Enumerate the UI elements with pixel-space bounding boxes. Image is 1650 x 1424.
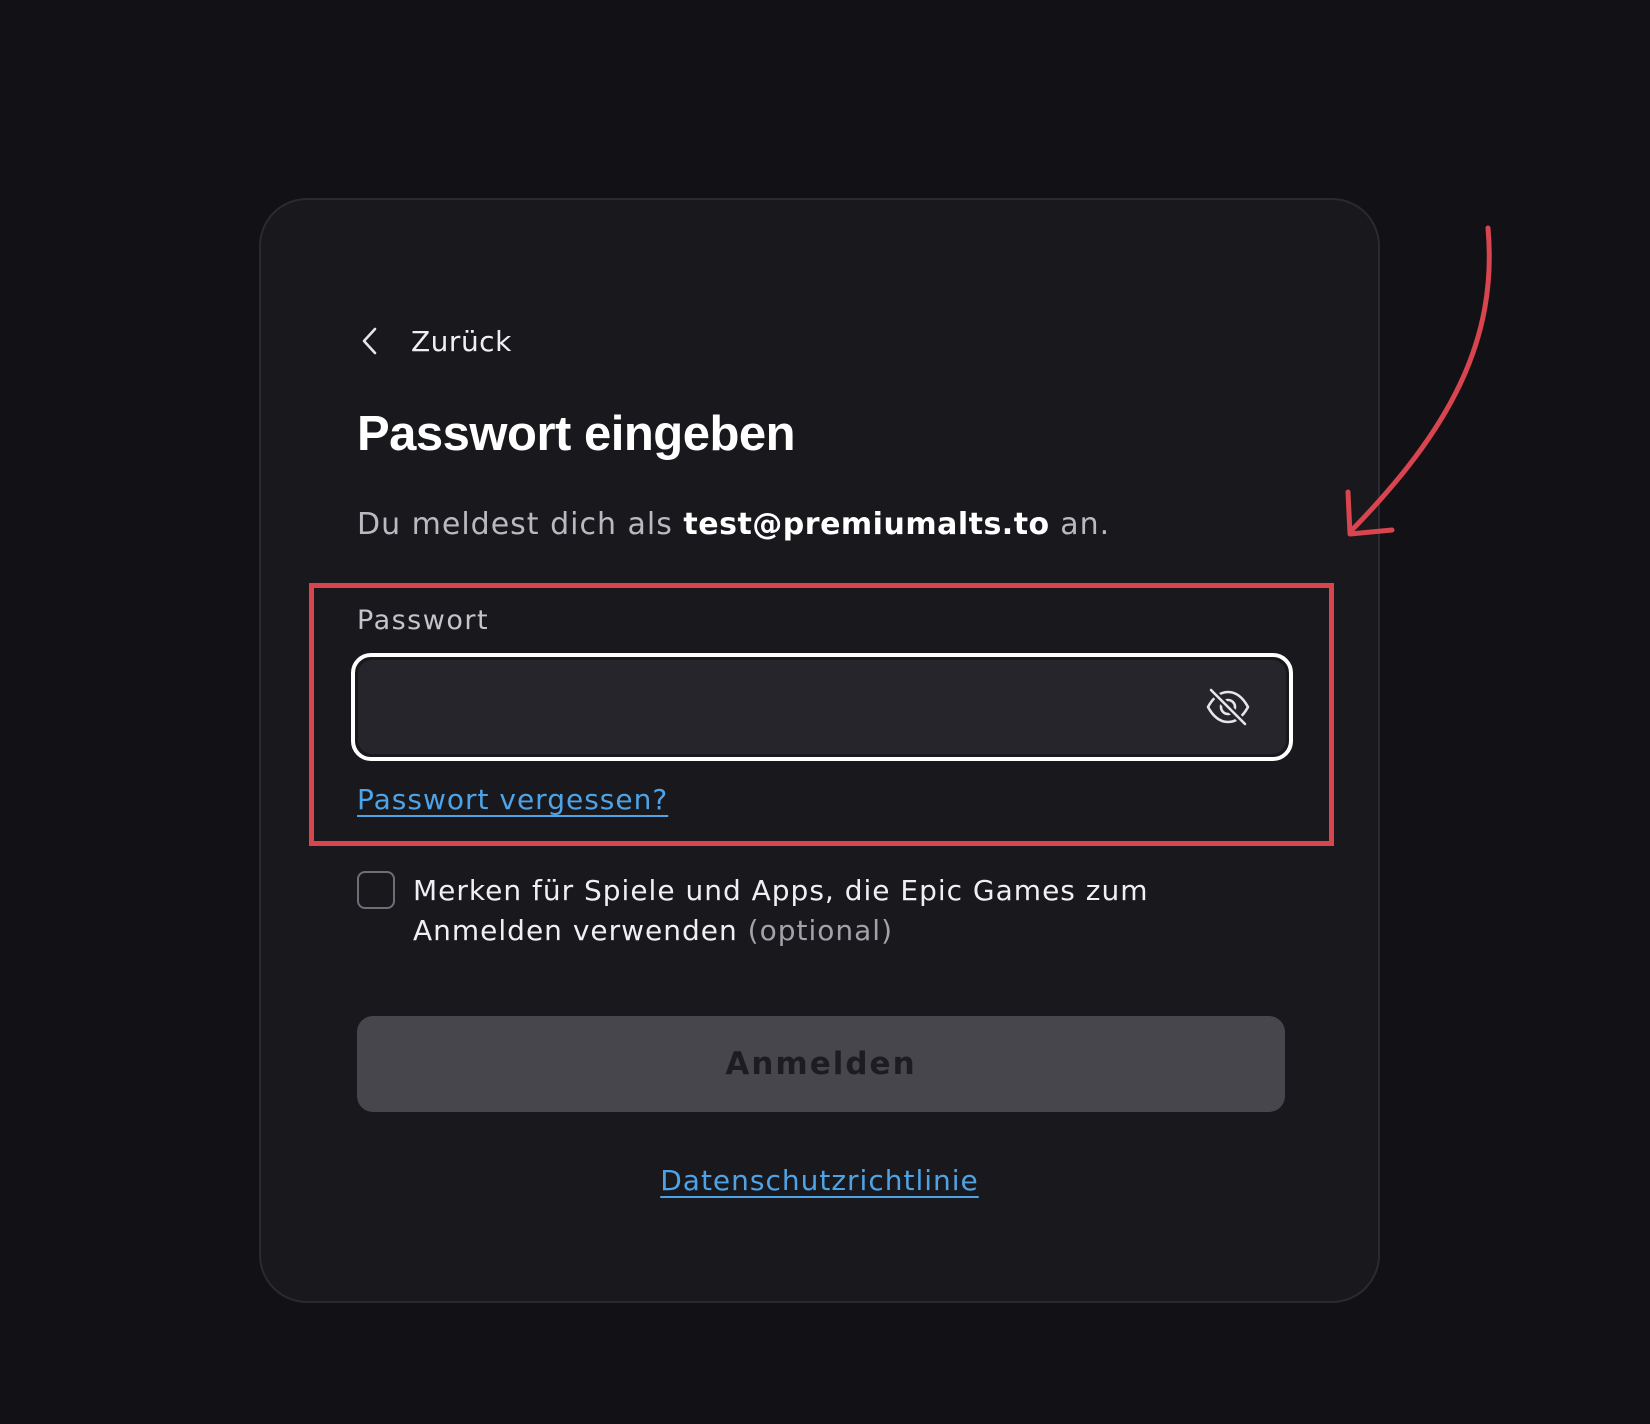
- password-label: Passwort: [357, 605, 490, 636]
- forgot-password-link[interactable]: Passwort vergessen?: [357, 783, 668, 816]
- privacy-footer: Datenschutzrichtlinie: [261, 1164, 1378, 1197]
- password-field-inner: [358, 660, 1286, 756]
- privacy-policy-link[interactable]: Datenschutzrichtlinie: [660, 1164, 979, 1197]
- subtitle-suffix: an.: [1060, 507, 1111, 542]
- back-label: Zurück: [411, 324, 512, 358]
- remember-me-text: Merken für Spiele und Apps, die Epic Gam…: [413, 871, 1293, 951]
- sign-in-button[interactable]: Anmelden: [357, 1016, 1285, 1112]
- toggle-password-visibility-button[interactable]: [1204, 685, 1252, 729]
- subtitle-prefix: Du meldest dich als: [357, 507, 673, 542]
- remember-me-optional: (optional): [747, 914, 893, 947]
- page-title: Passwort eingeben: [357, 407, 796, 461]
- chevron-left-icon: [362, 327, 377, 355]
- eye-off-icon: [1206, 687, 1250, 727]
- password-field[interactable]: [351, 653, 1293, 761]
- back-button[interactable]: Zurück: [359, 318, 512, 364]
- password-input[interactable]: [378, 660, 1182, 756]
- remember-me-checkbox[interactable]: [357, 871, 395, 909]
- login-card: Zurück Passwort eingeben Du meldest dich…: [259, 198, 1380, 1303]
- signin-subtitle: Du meldest dich als test@premiumalts.to …: [357, 507, 1110, 542]
- account-email: test@premiumalts.to: [683, 507, 1050, 542]
